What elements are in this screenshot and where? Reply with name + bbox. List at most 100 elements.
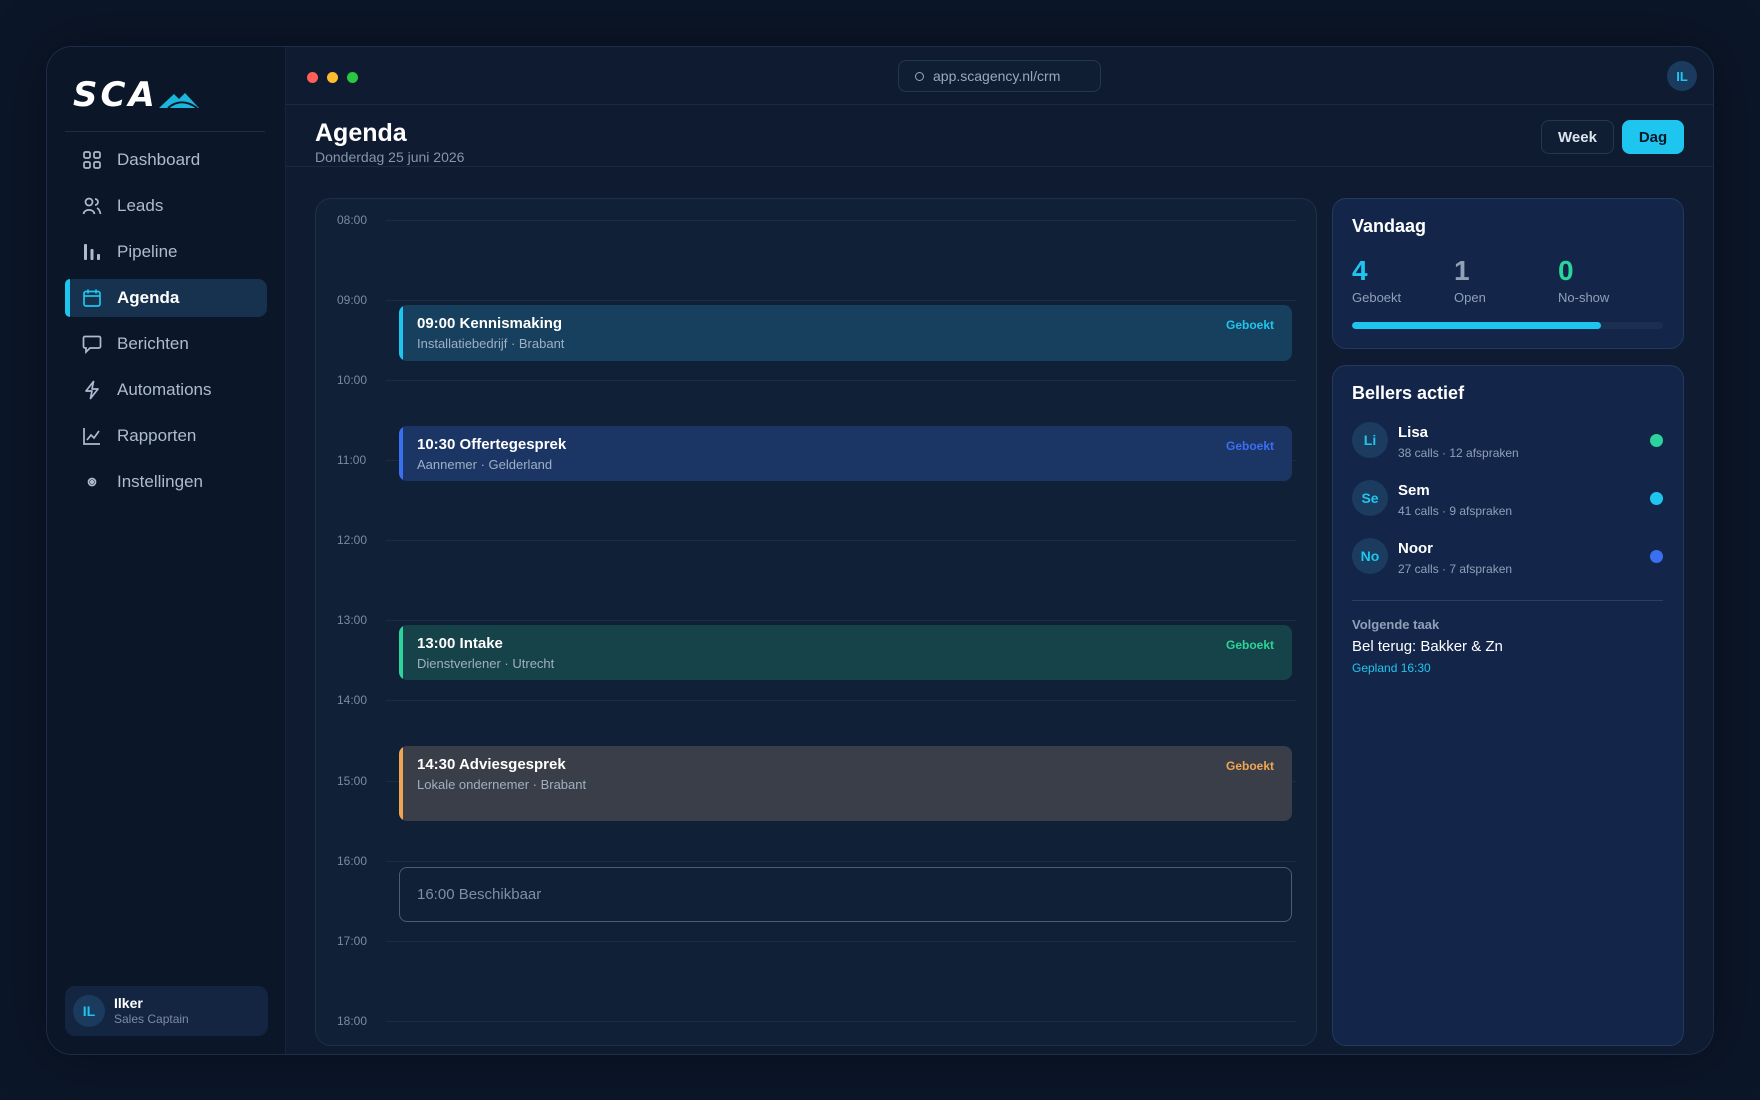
caller-item[interactable]: No Noor 27 calls · 7 afspraken [1352,534,1663,578]
next-task-label: Volgende taak [1352,617,1440,632]
sidebar-item-label: Automations [117,380,212,399]
close-window-button[interactable] [307,72,318,83]
sidebar-item-agenda[interactable]: Agenda [65,279,267,317]
week-view-button[interactable]: Week [1541,120,1614,154]
event-title: 09:00 Kennismaking [417,315,563,332]
top-avatar[interactable]: IL [1667,61,1697,91]
callers-panel: Bellers actief Li Lisa 38 calls · 12 afs… [1332,365,1684,1046]
sidebar-item-instellingen[interactable]: Instellingen [65,463,267,501]
url-status-icon [915,71,924,81]
event-kennismaking[interactable]: 09:00 Kennismaking Installatiebedrijf · … [399,305,1292,361]
sidebar-item-berichten[interactable]: Berichten [65,325,267,363]
event-offertegesprek[interactable]: 10:30 Offertegesprek Aannemer · Gelderla… [399,426,1292,481]
status-dot-icon [1650,550,1663,563]
hour-line [386,220,1296,221]
hour-line [386,380,1296,381]
sidebar-item-label: Instellingen [117,472,204,491]
hour-line [386,941,1296,942]
stat-value: 0 [1558,255,1574,286]
hour-label: 14:00 [337,693,368,707]
status-dot-icon [1650,434,1663,447]
hour-line [386,861,1296,862]
calendar-icon [81,287,103,309]
grid-icon [81,149,103,171]
status-badge: Geboekt [1225,759,1274,773]
url-bar[interactable]: app.scagency.nl/crm [898,60,1101,92]
event-subtitle: Dienstverlener · Utrecht [417,656,555,671]
caller-name: Sem [1398,482,1430,499]
stat-value: 1 [1454,255,1470,286]
page-title: Agenda [315,119,407,147]
sidebar-item-label: Pipeline [117,242,178,261]
stat-label: Geboekt [1352,290,1402,305]
sidebar-item-label: Agenda [117,288,180,307]
hour-label: 09:00 [337,293,368,307]
event-subtitle: Lokale ondernemer · Brabant [417,777,587,792]
hour-line [386,620,1296,621]
caller-name: Noor [1398,540,1433,557]
maximize-window-button[interactable] [347,72,358,83]
day-view-button[interactable]: Dag [1622,120,1684,154]
hour-line [386,1021,1296,1022]
minimize-window-button[interactable] [327,72,338,83]
avatar: IL [73,995,105,1027]
hour-label: 11:00 [337,453,367,467]
next-task-title[interactable]: Bel terug: Bakker & Zn [1352,638,1503,655]
caller-name: Lisa [1398,424,1429,441]
status-badge: Geboekt [1225,439,1274,453]
sidebar-item-label: Berichten [117,334,189,353]
progress-fill [1352,322,1601,329]
hour-label: 13:00 [337,613,368,627]
event-adviesgesprek[interactable]: 14:30 Adviesgesprek Lokale ondernemer · … [399,746,1292,821]
bolt-icon [81,379,103,401]
page-header: Agenda Donderdag 25 juni 2026 Week Dag [286,105,1713,167]
hour-label: 12:00 [337,533,368,547]
available-slot[interactable]: 16:00 Beschikbaar [399,867,1292,922]
chart-line-icon [81,425,103,447]
page-date: Donderdag 25 juni 2026 [315,149,465,165]
main-area: app.scagency.nl/crm IL Agenda Donderdag … [286,47,1713,1054]
stat-label: No-show [1558,290,1610,305]
event-subtitle: Installatiebedrijf · Brabant [417,336,565,351]
sidebar-item-leads[interactable]: Leads [65,187,267,225]
caller-meta: 41 calls · 9 afspraken [1398,504,1513,518]
user-profile-card[interactable]: IL Ilker Sales Captain [65,986,268,1036]
url-text: app.scagency.nl/crm [933,68,1061,84]
hour-line [386,540,1296,541]
hour-line [386,300,1296,301]
next-task-time: Gepland 16:30 [1352,661,1431,675]
event-title: 13:00 Intake [417,635,503,652]
stat-open: 1 Open [1454,255,1486,305]
caller-meta: 38 calls · 12 afspraken [1398,446,1519,460]
avatar: Se [1352,480,1388,516]
user-role: Sales Captain [114,1012,189,1027]
avatar: No [1352,538,1388,574]
event-intake[interactable]: 13:00 Intake Dienstverlener · Utrecht Ge… [399,625,1292,680]
sidebar-item-automations[interactable]: Automations [65,371,267,409]
avatar: Li [1352,422,1388,458]
caller-item[interactable]: Se Sem 41 calls · 9 afspraken [1352,476,1663,520]
user-name: Ilker [114,994,143,1011]
users-icon [81,195,103,217]
stat-geboekt: 4 Geboekt [1352,255,1401,305]
sidebar-item-pipeline[interactable]: Pipeline [65,233,267,271]
sca-logo[interactable]: SCA [73,75,213,116]
settings-icon [81,471,103,493]
window-controls [307,72,358,83]
status-badge: Geboekt [1225,318,1274,332]
stat-no-show: 0 No-show [1558,255,1609,305]
progress-bar [1352,322,1663,329]
bars-icon [81,241,103,263]
panel-title: Bellers actief [1352,383,1465,403]
sidebar-item-dashboard[interactable]: Dashboard [65,141,267,179]
hour-label: 15:00 [337,774,368,788]
hour-label: 17:00 [337,934,368,948]
hour-label: 08:00 [337,213,368,227]
message-icon [81,333,103,355]
status-dot-icon [1650,492,1663,505]
divider [1352,600,1663,601]
caller-item[interactable]: Li Lisa 38 calls · 12 afspraken [1352,418,1663,462]
panel-title: Vandaag [1352,216,1427,236]
sidebar-item-rapporten[interactable]: Rapporten [65,417,267,455]
stat-label: Open [1454,290,1486,305]
